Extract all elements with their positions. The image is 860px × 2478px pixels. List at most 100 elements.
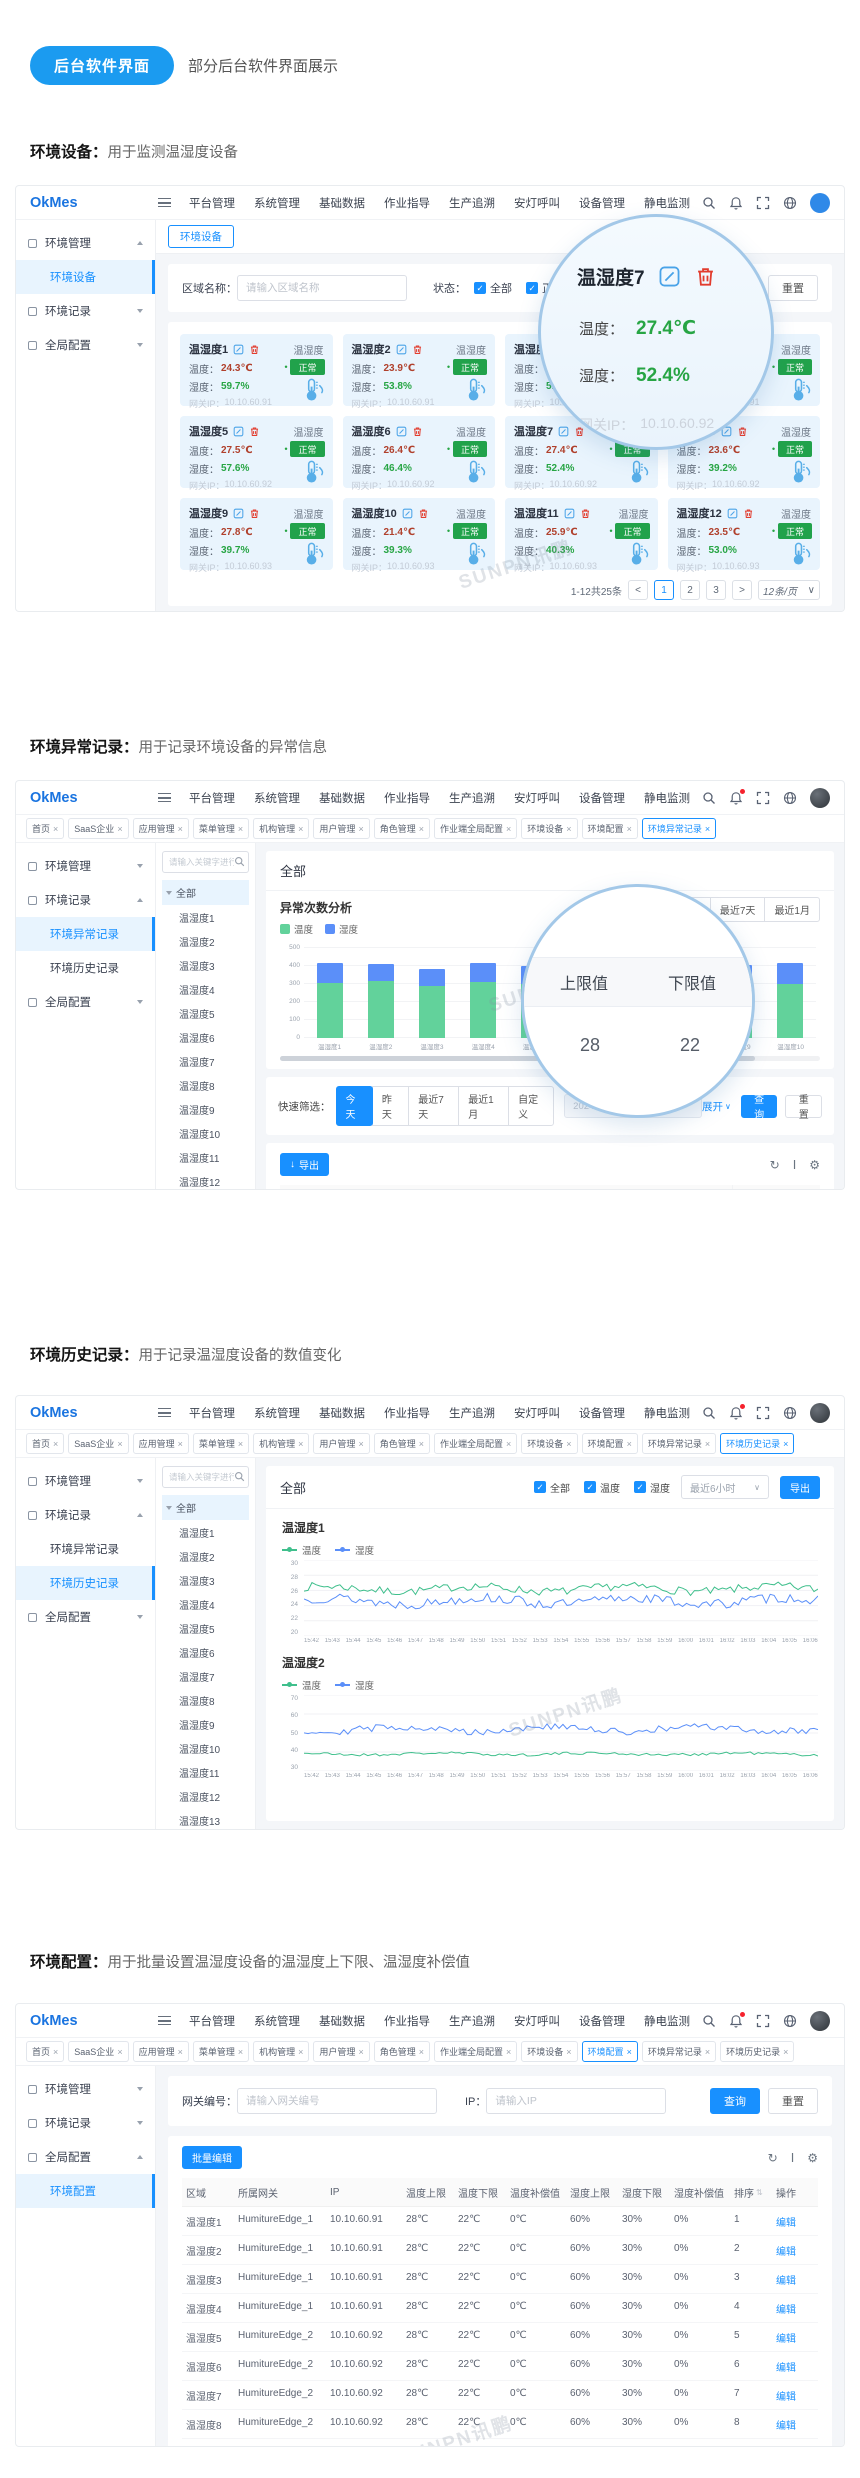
tab[interactable]: 角色管理× — [374, 2041, 430, 2062]
nav-item[interactable]: 静电监测 — [644, 781, 690, 815]
column-header[interactable]: 开始时间⇅ — [616, 1185, 682, 1189]
delete-icon[interactable] — [694, 265, 717, 288]
hamburger-icon[interactable] — [158, 2016, 171, 2025]
nav-item[interactable]: 安灯呼叫 — [514, 781, 560, 815]
query-button[interactable]: 查询 — [710, 2088, 760, 2114]
expand-link[interactable]: 展开∨ — [702, 1099, 731, 1114]
cell-edit-link[interactable]: 编辑 — [772, 2439, 806, 2446]
tab[interactable]: 菜单管理× — [193, 818, 249, 839]
device-card[interactable]: 温湿度5 温湿度 温度：27.5℃ 湿度：57.6% 网关IP：10.10.60… — [180, 416, 333, 488]
tab[interactable]: 环境设备× — [521, 818, 577, 839]
nav-item[interactable]: 系统管理 — [254, 1396, 300, 1430]
tab[interactable]: 环境异常记录× — [642, 2041, 716, 2062]
close-icon[interactable]: × — [783, 1439, 788, 1449]
range-button[interactable]: 最近1月 — [764, 897, 820, 922]
nav-item[interactable]: 设备管理 — [579, 2004, 625, 2038]
edit-icon[interactable] — [233, 426, 244, 437]
edit-icon[interactable] — [233, 508, 244, 519]
query-button[interactable]: 查询 — [741, 1095, 778, 1118]
tree-item[interactable]: 温湿度7 — [162, 1664, 249, 1688]
tree-item[interactable]: 温湿度3 — [162, 953, 249, 977]
close-icon[interactable]: × — [506, 1439, 511, 1449]
tree-item[interactable]: 温湿度5 — [162, 1616, 249, 1640]
page-number[interactable]: 3 — [706, 580, 726, 600]
sidebar-group-env-records[interactable]: 环境记录 — [16, 2106, 155, 2140]
tree-item[interactable]: 温湿度8 — [162, 1073, 249, 1097]
hamburger-icon[interactable] — [158, 793, 171, 802]
column-header[interactable]: 上限值 — [494, 1185, 534, 1189]
nav-item[interactable]: 静电监测 — [644, 2004, 690, 2038]
fullscreen-icon[interactable] — [756, 196, 770, 210]
nav-item[interactable]: 生产追溯 — [449, 1396, 495, 1430]
edit-icon[interactable] — [396, 344, 407, 355]
delete-icon[interactable] — [249, 344, 260, 355]
export-button[interactable]: ↓导出 — [280, 1153, 329, 1176]
close-icon[interactable]: × — [178, 824, 183, 834]
tree-item[interactable]: 温湿度10 — [162, 1736, 249, 1760]
sidebar-group-env-records[interactable]: 环境记录 — [16, 1498, 155, 1532]
tab[interactable]: 作业端全局配置× — [434, 818, 517, 839]
close-icon[interactable]: × — [566, 824, 571, 834]
nav-item[interactable]: 作业指导 — [384, 2004, 430, 2038]
tab[interactable]: SaaS企业× — [68, 1433, 128, 1454]
sidebar-group-env-mgmt[interactable]: 环境管理 — [16, 849, 155, 883]
table-row[interactable]: 温湿度1 HumitureEdge_1 10.10.60.91 28℃ 22℃ … — [182, 2207, 818, 2236]
tree-item[interactable]: 温湿度1 — [162, 1520, 249, 1544]
quick-filter-option[interactable]: 自定义 — [508, 1086, 554, 1126]
delete-icon[interactable] — [580, 508, 591, 519]
tab[interactable]: 首页× — [26, 818, 64, 839]
delete-icon[interactable] — [743, 508, 754, 519]
reset-button[interactable]: 重置 — [768, 2088, 818, 2114]
globe-icon[interactable] — [783, 2014, 797, 2028]
tree-item[interactable]: 温湿度6 — [162, 1640, 249, 1664]
tab[interactable]: 机构管理× — [253, 1433, 309, 1454]
page-number[interactable]: 1 — [654, 580, 674, 600]
cell-edit-link[interactable]: 编辑 — [772, 2207, 806, 2235]
tab[interactable]: 环境历史记录× — [720, 1433, 794, 1454]
quick-filter-option[interactable]: 昨天 — [372, 1086, 409, 1126]
nav-item[interactable]: 平台管理 — [189, 1396, 235, 1430]
tab[interactable]: 菜单管理× — [193, 1433, 249, 1454]
avatar[interactable] — [810, 1403, 830, 1423]
tab[interactable]: 环境设备× — [521, 2041, 577, 2062]
cell-edit-link[interactable]: 编辑 — [772, 2352, 806, 2380]
tab[interactable]: 用户管理× — [313, 1433, 369, 1454]
nav-item[interactable]: 安灯呼叫 — [514, 186, 560, 220]
table-row[interactable]: 温湿度7 HumitureEdge_2 10.10.60.92 28℃ 22℃ … — [182, 2381, 818, 2410]
close-icon[interactable]: × — [117, 1439, 122, 1449]
sidebar-item-env-device[interactable]: 环境设备 — [16, 260, 155, 294]
table-row[interactable]: 温湿度5 HumitureEdge_2 10.10.60.92 28℃ 22℃ … — [182, 2323, 818, 2352]
tab[interactable]: 作业端全局配置× — [434, 2041, 517, 2062]
tab[interactable]: 菜单管理× — [193, 2041, 249, 2062]
column-header[interactable]: 持续时长 — [732, 1185, 776, 1189]
reset-button[interactable]: 重置 — [768, 275, 818, 301]
tab[interactable]: 环境配置× — [582, 2041, 638, 2062]
tree-item[interactable]: 温湿度13 — [162, 1808, 249, 1829]
column-header[interactable]: 数值⇅ — [450, 1185, 494, 1189]
tree-root-all[interactable]: 全部 — [162, 880, 249, 905]
device-card[interactable]: 温湿度2 温湿度 温度：23.9℃ 湿度：53.8% 网关IP：10.10.60… — [343, 334, 496, 406]
delete-icon[interactable] — [737, 426, 748, 437]
sidebar-group-global-cfg[interactable]: 全局配置 — [16, 985, 155, 1019]
tab[interactable]: 首页× — [26, 1433, 64, 1454]
nav-item[interactable]: 安灯呼叫 — [514, 1396, 560, 1430]
nav-item[interactable]: 设备管理 — [579, 781, 625, 815]
nav-item[interactable]: 设备管理 — [579, 186, 625, 220]
tree-item[interactable]: 温湿度11 — [162, 1760, 249, 1784]
bell-icon[interactable] — [729, 791, 743, 805]
bell-icon[interactable] — [729, 2014, 743, 2028]
avatar[interactable] — [810, 788, 830, 808]
nav-item[interactable]: 生产追溯 — [449, 2004, 495, 2038]
refresh-icon[interactable]: ↻ — [770, 1158, 780, 1172]
nav-item[interactable]: 平台管理 — [189, 781, 235, 815]
tree-item[interactable]: 温湿度5 — [162, 1001, 249, 1025]
sidebar-item-env-history[interactable]: 环境历史记录 — [16, 1566, 155, 1600]
row-height-icon[interactable]: Ⅰ — [793, 1158, 797, 1172]
close-icon[interactable]: × — [178, 2047, 183, 2057]
nav-item[interactable]: 设备管理 — [579, 1396, 625, 1430]
tree-item[interactable]: 温湿度9 — [162, 1097, 249, 1121]
device-card[interactable]: 温湿度1 温湿度 温度：24.3℃ 湿度：59.7% 网关IP：10.10.60… — [180, 334, 333, 406]
quick-filter-option[interactable]: 最近1月 — [458, 1086, 509, 1126]
nav-item[interactable]: 生产追溯 — [449, 781, 495, 815]
hamburger-icon[interactable] — [158, 1408, 171, 1417]
